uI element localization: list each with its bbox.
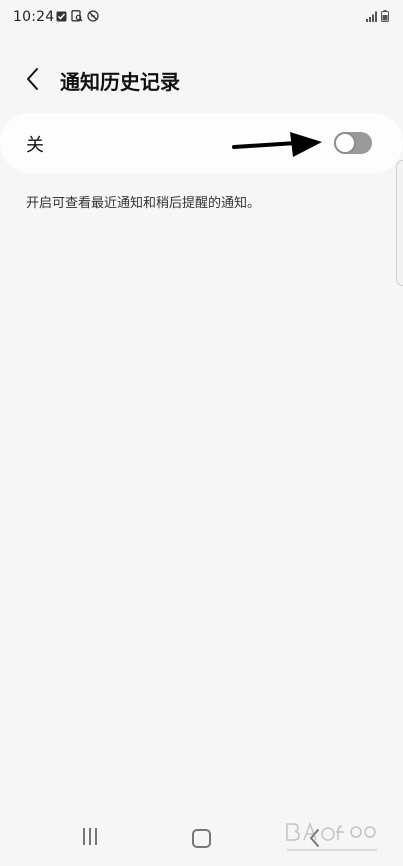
recent-apps-icon-bar <box>95 828 97 845</box>
toggle-state-label: 关 <box>26 135 44 156</box>
back-button[interactable] <box>18 64 48 94</box>
edge-panel-handle[interactable] <box>396 160 403 286</box>
chevron-left-icon <box>27 68 38 90</box>
arrow-right-icon <box>232 132 322 157</box>
status-bar: 10:24 <box>0 0 403 36</box>
home-button[interactable] <box>192 829 211 848</box>
switch-knob <box>334 132 356 154</box>
page-title: 通知历史记录 <box>60 70 180 94</box>
watermark-logo-icon <box>286 821 377 851</box>
notification-history-toggle-row[interactable]: 关 <box>0 113 403 173</box>
app-header: 通知历史记录 <box>0 56 403 106</box>
check-box-icon <box>56 11 67 21</box>
notification-history-switch[interactable] <box>334 132 372 154</box>
recent-apps-icon-bar <box>89 828 91 845</box>
do-not-disturb-icon <box>87 10 99 22</box>
recent-apps-button[interactable] <box>80 828 100 850</box>
status-notification-icons <box>56 10 99 22</box>
description-text: 开启可查看最近通知和稍后提醒的通知。 <box>26 196 261 211</box>
battery-icon <box>381 10 389 22</box>
status-system-icons <box>366 10 389 22</box>
document-search-icon <box>71 10 83 22</box>
status-time: 10:24 <box>13 9 55 25</box>
signal-icon <box>366 11 377 22</box>
recent-apps-icon-bar <box>83 828 85 845</box>
